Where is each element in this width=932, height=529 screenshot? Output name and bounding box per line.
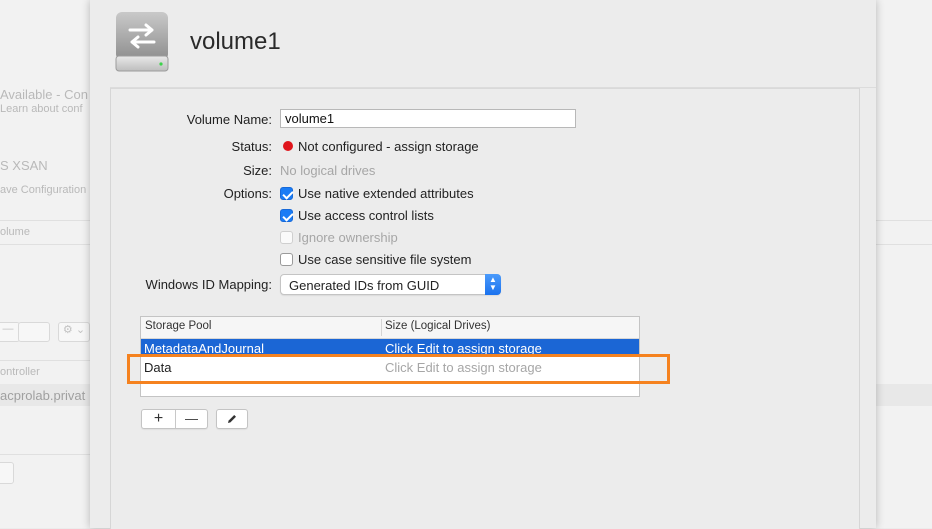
external-drive-icon [114,12,170,72]
size-label: Size: [243,163,272,178]
checkbox-access-control-lists[interactable] [280,209,293,222]
table-row[interactable]: MetadataAndJournal Click Edit to assign … [141,339,639,355]
option-access-control-lists-label[interactable]: Use access control lists [298,208,434,223]
chevron-updown-icon: ▲ ▼ [485,274,501,295]
option-extended-attributes-label[interactable]: Use native extended attributes [298,186,474,201]
table-header: Storage Pool Size (Logical Drives) [141,317,639,339]
bg-text-controller: ontroller [0,366,40,378]
option-ignore-ownership-label: Ignore ownership [298,230,398,245]
pool-size: Click Edit to assign storage [385,341,542,355]
checkbox-ignore-ownership [280,231,293,244]
remove-pool-button[interactable]: — [176,410,207,428]
column-header-size[interactable]: Size (Logical Drives) [385,320,490,332]
volume-sheet: volume1 Volume Name: Status: Not configu… [90,0,876,529]
pool-name: MetadataAndJournal [144,341,264,355]
status-dot-icon [283,141,293,151]
bg-minus-button [0,462,14,484]
windows-id-mapping-popup[interactable]: Generated IDs from GUID ▲ ▼ [280,274,501,295]
bg-text-xsan: S XSAN [0,158,48,173]
windows-id-mapping-label: Windows ID Mapping: [145,277,272,292]
bg-remove-button-2 [18,322,50,342]
volume-title: volume1 [190,28,281,55]
windows-id-mapping-value: Generated IDs from GUID [289,278,440,293]
settings-panel [110,88,860,529]
status-label: Status: [231,139,272,154]
checkbox-extended-attributes[interactable] [280,187,293,200]
volume-name-field[interactable] [280,109,576,128]
option-case-sensitive-label[interactable]: Use case sensitive file system [298,252,471,267]
bg-text-save-config: ave Configuration [0,184,87,196]
column-header-storage-pool[interactable]: Storage Pool [145,320,212,332]
add-pool-button[interactable]: + [142,410,175,428]
add-remove-control: + — [141,409,208,429]
status-value: Not configured - assign storage [298,139,479,154]
bg-text-volume: olume [0,226,30,238]
pencil-icon [217,410,247,428]
volume-name-label: Volume Name: [186,112,272,127]
bg-text-host: acprolab.privat [0,388,86,403]
options-label: Options: [223,186,272,201]
bg-gear-button: ⚙ ⌄ [58,322,90,342]
bg-text-learn: Learn about conf [0,103,83,115]
size-value: No logical drives [280,163,376,178]
edit-pool-button[interactable] [216,409,248,429]
highlight-annotation-box [127,354,670,384]
bg-remove-button: — [0,322,20,342]
checkbox-case-sensitive[interactable] [280,253,293,266]
bg-text-available: Available - Con [0,87,88,102]
